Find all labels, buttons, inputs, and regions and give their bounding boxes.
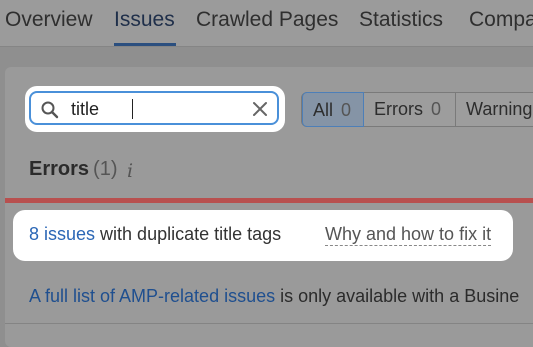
filter-all-button[interactable]: All 0: [302, 92, 364, 127]
errors-count: (1): [93, 158, 118, 180]
tab-issues[interactable]: Issues: [114, 8, 175, 32]
errors-section-title: Errors (1): [29, 158, 117, 181]
search-input[interactable]: title: [29, 91, 279, 125]
issue-text: with duplicate title tags: [95, 224, 282, 244]
filter-errors-count: 0: [431, 99, 442, 119]
tab-crawled-pages[interactable]: Crawled Pages: [196, 8, 338, 32]
tab-overview[interactable]: Overview: [5, 8, 93, 32]
filter-all-label: All: [313, 100, 334, 120]
filter-warnings-label: Warning: [466, 99, 533, 119]
issue-count-link[interactable]: 8 issues: [29, 224, 95, 244]
divider: [5, 323, 533, 324]
active-tab-indicator: [114, 43, 176, 46]
why-how-fix-link[interactable]: Why and how to fix it: [325, 224, 492, 246]
errors-title: Errors: [29, 158, 90, 180]
text-caret: [132, 99, 133, 119]
error-severity-bar: [5, 198, 533, 203]
filter-errors-label: Errors: [374, 99, 423, 119]
filter-errors-button[interactable]: Errors 0: [364, 93, 456, 126]
tab-statistics[interactable]: Statistics: [359, 8, 443, 32]
amp-notice: A full list of AMP-related issues is onl…: [29, 286, 519, 307]
search-value: title: [71, 99, 100, 119]
issue-row: 8 issues with duplicate title tags Why a…: [13, 210, 513, 261]
tab-compare[interactable]: Compa: [469, 8, 533, 32]
amp-notice-text: is only available with a Busine: [275, 286, 520, 306]
issue-filter-group: All 0 Errors 0 Warning: [301, 92, 533, 127]
issue-description: 8 issues with duplicate title tags: [29, 224, 281, 245]
search-icon: [40, 100, 60, 125]
close-icon[interactable]: [252, 101, 268, 122]
tab-bar: Overview Issues Crawled Pages Statistics…: [0, 0, 533, 47]
amp-issues-link[interactable]: A full list of AMP-related issues: [29, 286, 275, 306]
info-icon[interactable]: i: [127, 160, 133, 182]
filter-warnings-button[interactable]: Warning: [456, 93, 532, 126]
filter-all-count: 0: [341, 100, 352, 120]
